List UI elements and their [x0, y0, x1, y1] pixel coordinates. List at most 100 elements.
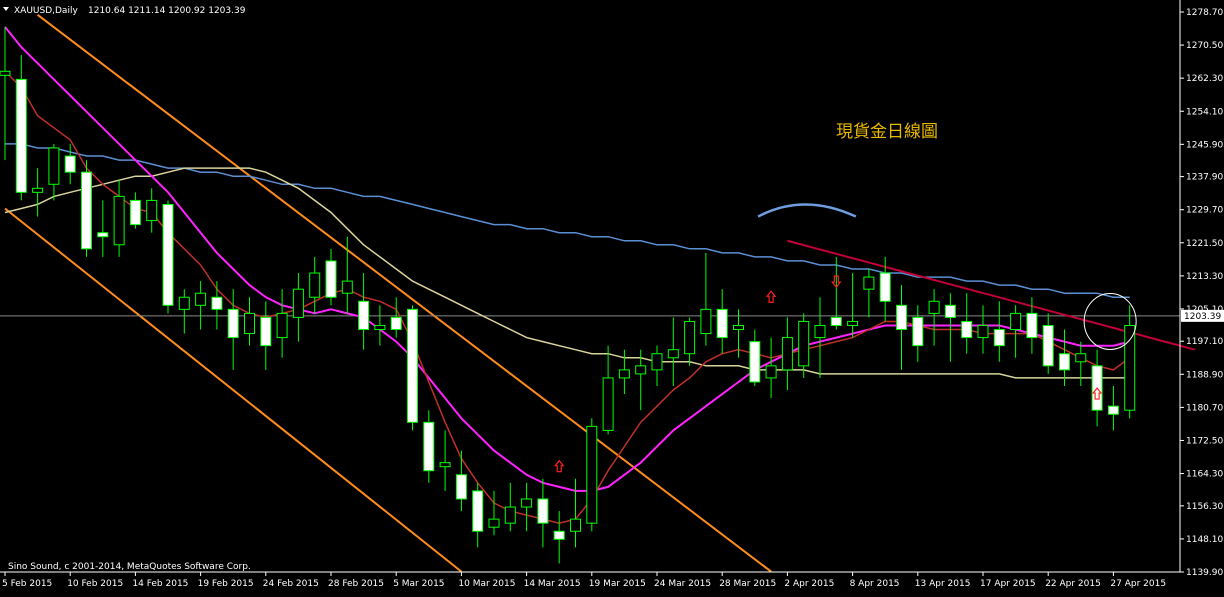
time-tick-label: 28 Mar 2015: [719, 579, 776, 589]
candle-down: [358, 300, 370, 331]
chart-annotation: 現貨金日線圖: [836, 122, 938, 142]
candle-down: [1042, 324, 1054, 367]
time-tick-label: 28 Feb 2015: [328, 579, 384, 589]
time-tick-label: 5 Mar 2015: [393, 579, 444, 589]
candle-down: [896, 304, 907, 331]
price-tick-label: 1270.50: [1186, 41, 1223, 51]
candle-down: [830, 316, 842, 326]
candle-down: [455, 474, 467, 500]
candle-down: [15, 78, 27, 193]
time-tick-label: 14 Mar 2015: [524, 579, 581, 589]
candle-up: [847, 320, 859, 326]
candle-up: [586, 425, 598, 524]
candle-down: [537, 498, 549, 524]
candle-down: [961, 320, 973, 339]
candle-down: [390, 316, 402, 331]
candle-up: [32, 187, 44, 193]
candle-up: [521, 498, 533, 508]
candle-up: [977, 324, 989, 339]
candle-up: [374, 324, 386, 331]
candle-down: [64, 155, 76, 173]
candle-down: [129, 199, 141, 226]
time-tick-label: 17 Apr 2015: [980, 579, 1036, 589]
candle-up: [651, 353, 663, 371]
price-tick-label: 1172.50: [1186, 436, 1223, 446]
price-tick-label: 1156.30: [1186, 502, 1223, 512]
candle-down: [227, 308, 239, 339]
candle-down: [1059, 353, 1070, 371]
price-chart: 1278.70 1270.50 1262.30 1254.10 1245.90 1237.…: [0, 0, 1224, 593]
price-tick-label: 1229.70: [1186, 206, 1223, 216]
time-tick-label: 27 Apr 2015: [1110, 579, 1166, 589]
candle-down: [993, 329, 1005, 347]
time-tick-label: 24 Feb 2015: [263, 579, 319, 589]
candle-up: [684, 320, 696, 355]
candle-down: [1107, 405, 1119, 415]
candle-up: [439, 462, 451, 468]
candle-up: [309, 272, 321, 298]
candle-up: [504, 506, 516, 524]
price-tick-label: 1237.90: [1186, 173, 1223, 183]
time-tick-label: 10 Feb 2015: [67, 579, 123, 589]
price-tick-label: 1188.90: [1186, 370, 1223, 380]
candle-up: [48, 147, 60, 185]
time-tick-label: 22 Apr 2015: [1045, 579, 1101, 589]
candle-up: [488, 518, 500, 528]
time-tick-label: 19 Feb 2015: [198, 579, 254, 589]
candle-up: [667, 349, 679, 359]
candle-up: [1124, 324, 1136, 411]
time-tick-label: 8 Apr 2015: [850, 579, 900, 589]
chart-background: [0, 0, 1224, 593]
candle-down: [749, 341, 761, 383]
candle-down: [407, 308, 418, 423]
candle-down: [553, 530, 565, 540]
candle-down: [162, 203, 174, 306]
chart-svg: 1278.70 1270.50 1262.30 1254.10 1245.90 1237.…: [0, 0, 1224, 593]
candle-up: [178, 296, 190, 310]
candle-down: [325, 260, 337, 298]
candle-up: [765, 365, 777, 379]
copyright-footer: Sino Sound, c 2001-2014, MetaQuotes Soft…: [8, 562, 251, 572]
candle-up: [341, 280, 353, 294]
price-tick-label: 1148.10: [1186, 535, 1223, 545]
candle-up: [635, 365, 647, 375]
price-tick-label: 1213.30: [1186, 272, 1223, 282]
candle-down: [879, 272, 891, 302]
price-tick-label: 1164.30: [1186, 470, 1223, 480]
price-tick-label: 1245.90: [1186, 140, 1223, 150]
time-tick-label: 10 Mar 2015: [458, 579, 515, 589]
candle-up: [276, 312, 288, 339]
candle-up: [1075, 353, 1087, 363]
candle-down: [1026, 312, 1038, 339]
candle-down: [81, 171, 92, 250]
candle-up: [618, 369, 630, 379]
candle-up: [244, 312, 255, 335]
time-tick-label: 5 Feb 2015: [2, 579, 52, 589]
current-price-label: 1203.39: [1184, 312, 1221, 322]
candle-up: [146, 199, 158, 222]
candle-down: [423, 421, 435, 472]
time-tick-label: 24 Mar 2015: [654, 579, 711, 589]
candle-up: [814, 324, 826, 339]
candle-down: [97, 232, 109, 238]
price-tick-label: 1278.70: [1186, 8, 1223, 18]
candle-up: [733, 324, 744, 331]
candle-up: [700, 308, 712, 335]
candle-up: [602, 377, 614, 431]
candle-up: [863, 276, 875, 290]
price-tick-label: 1262.30: [1186, 74, 1223, 84]
candle-up: [1010, 312, 1022, 331]
candle-down: [260, 316, 272, 347]
candle-down: [944, 304, 956, 318]
price-tick-label: 1254.10: [1186, 107, 1223, 117]
candle-down: [912, 316, 924, 347]
candle-up: [113, 195, 125, 246]
time-tick-label: 19 Mar 2015: [589, 579, 646, 589]
candle-up: [195, 292, 207, 306]
candle-up: [570, 518, 581, 532]
candle-up: [292, 288, 304, 318]
candle-up: [781, 337, 793, 371]
candle-down: [211, 296, 223, 310]
candle-up: [928, 300, 940, 314]
candle-up: [798, 320, 810, 367]
